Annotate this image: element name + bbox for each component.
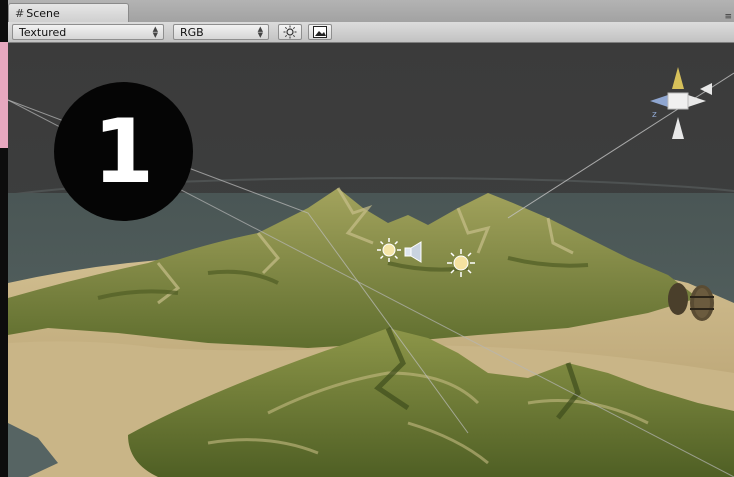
image-icon (313, 26, 327, 38)
scene-overlay-toggle[interactable] (308, 24, 332, 40)
tab-bar: # Scene ≡ (8, 0, 734, 22)
tab-scene[interactable]: # Scene (8, 3, 129, 22)
scene-orientation-gizmo[interactable]: z (640, 65, 716, 143)
step-number-badge: 1 (54, 82, 193, 221)
step-number: 1 (92, 99, 155, 203)
sun-icon (283, 25, 297, 39)
scene-lighting-toggle[interactable] (278, 24, 302, 40)
dropdown-arrows-icon: ▲ ▼ (257, 25, 263, 39)
grid-icon: # (15, 6, 25, 20)
draw-mode-value: Textured (19, 25, 67, 39)
background-edge-highlight (0, 42, 8, 148)
directional-light-icon[interactable] (376, 237, 402, 263)
render-mode-value: RGB (180, 25, 204, 39)
scene-viewport[interactable]: 1 z (8, 43, 734, 477)
scene-toolbar: Textured ▲ ▼ RGB ▲ ▼ (8, 22, 734, 43)
dropdown-arrows-icon: ▲ ▼ (152, 25, 158, 39)
draw-mode-dropdown[interactable]: Textured ▲ ▼ (12, 24, 164, 40)
audio-source-icon[interactable] (403, 240, 429, 264)
scene-window: # Scene ≡ Textured ▲ ▼ RGB ▲ ▼ 1 z (8, 0, 734, 477)
tab-scene-label: Scene (26, 6, 60, 20)
render-mode-dropdown[interactable]: RGB ▲ ▼ (173, 24, 269, 40)
svg-text:z: z (652, 110, 657, 120)
window-menu-icon[interactable]: ≡ (724, 12, 731, 22)
point-light-icon[interactable] (446, 248, 476, 278)
barrels[interactable] (664, 279, 720, 323)
